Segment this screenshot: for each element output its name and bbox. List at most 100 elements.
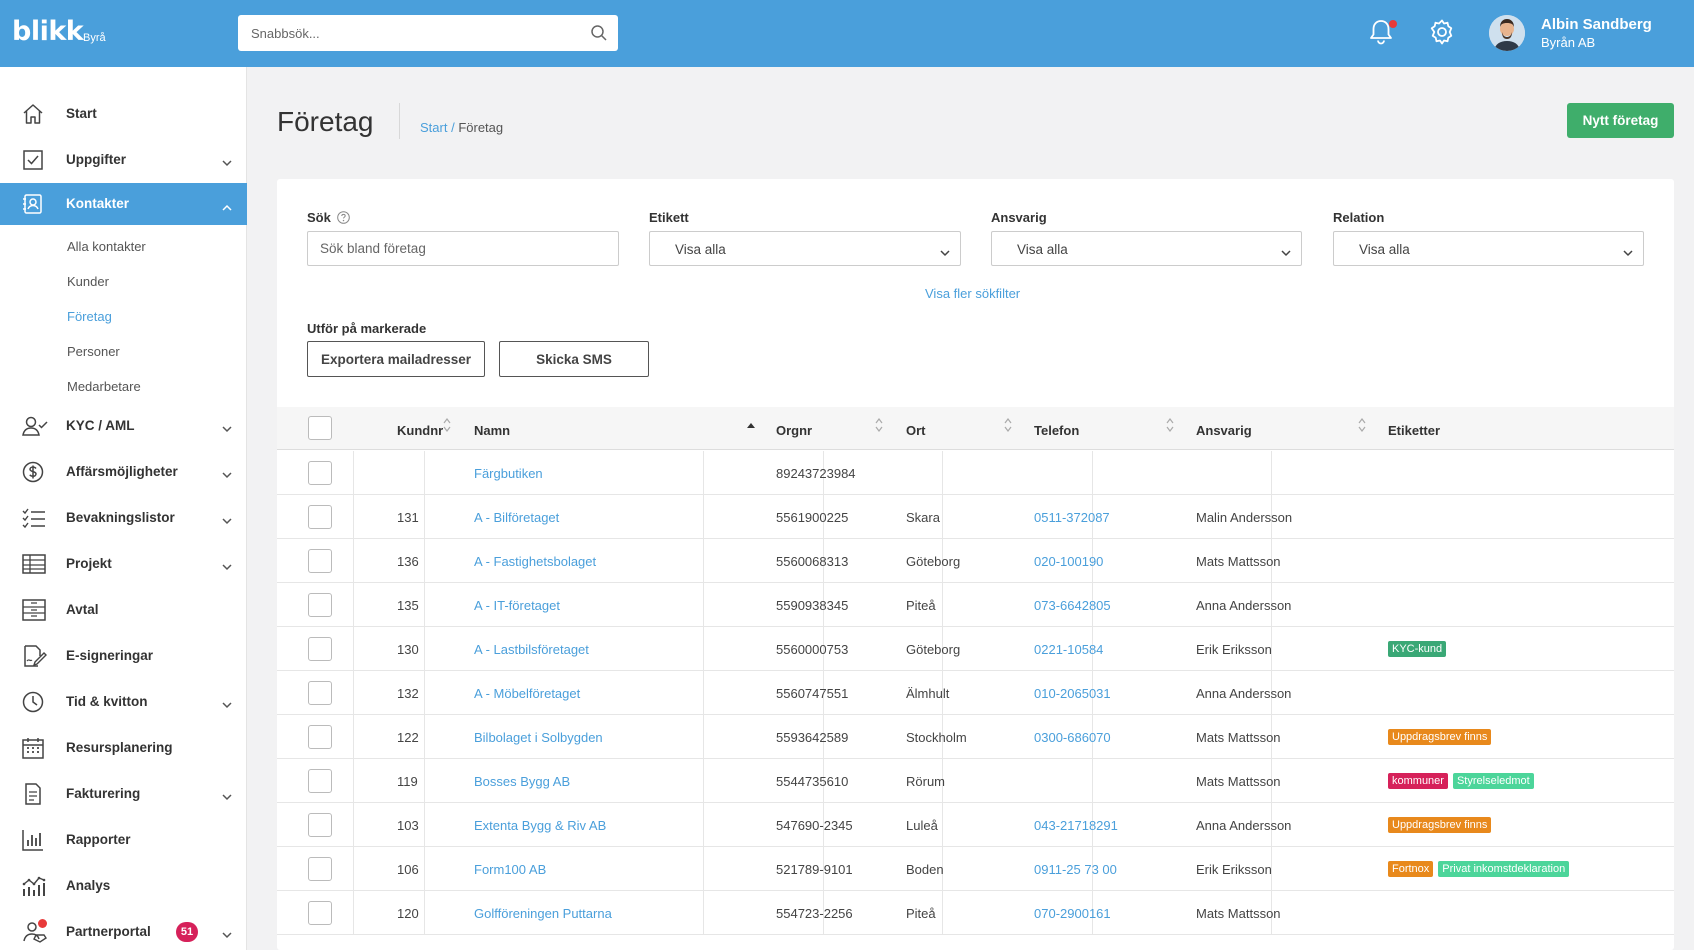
quick-search-input[interactable] xyxy=(238,15,568,51)
signature-icon xyxy=(22,645,48,670)
sidebar-item-bevakningslistor[interactable]: Bevakningslistor xyxy=(0,497,247,539)
phone-link[interactable]: 010-2065031 xyxy=(1034,686,1111,701)
sidebar-item-affarsmojligheter[interactable]: Affärsmöjligheter xyxy=(0,451,247,493)
gear-icon[interactable] xyxy=(1428,18,1456,49)
sidebar-item-kontakter[interactable]: Kontakter xyxy=(0,183,247,225)
sidebar-item-kyc-aml[interactable]: KYC / AML xyxy=(0,405,247,447)
app-logo[interactable]: blikk xyxy=(12,16,84,47)
sidebar-subitem-medarbetare[interactable]: Medarbetare xyxy=(67,379,141,394)
new-company-button[interactable]: Nytt företag xyxy=(1567,103,1674,138)
cell-ort: Göteborg xyxy=(906,554,961,569)
column-header-orgnr[interactable]: Orgnr xyxy=(776,423,812,438)
sidebar-item-projekt[interactable]: Projekt xyxy=(0,543,247,585)
tag-badge[interactable]: kommuner xyxy=(1388,773,1448,789)
company-name-link[interactable]: A - Möbelföretaget xyxy=(474,686,580,701)
column-header-kundnr[interactable]: Kundnr xyxy=(397,423,443,438)
sort-ascending-icon[interactable] xyxy=(747,416,755,431)
column-header-telefon[interactable]: Telefon xyxy=(1034,423,1079,438)
row-checkbox[interactable] xyxy=(308,901,332,925)
sidebar-item-fakturering[interactable]: Fakturering xyxy=(0,773,247,815)
relation-select[interactable]: Visa alla xyxy=(1333,231,1644,266)
row-checkbox[interactable] xyxy=(308,857,332,881)
sidebar-subitem-kunder[interactable]: Kunder xyxy=(67,274,109,289)
sort-icon[interactable] xyxy=(1166,418,1174,435)
company-name-link[interactable]: Bosses Bygg AB xyxy=(474,774,570,789)
sidebar-subitem-personer[interactable]: Personer xyxy=(67,344,120,359)
column-header-ansvarig[interactable]: Ansvarig xyxy=(1196,423,1252,438)
phone-link[interactable]: 0221-10584 xyxy=(1034,642,1103,657)
tag-badge[interactable]: Uppdragsbrev finns xyxy=(1388,817,1492,833)
sort-icon[interactable] xyxy=(1004,418,1012,435)
phone-link[interactable]: 020-100190 xyxy=(1034,554,1103,569)
sort-icon[interactable] xyxy=(875,418,883,435)
etikett-label: Etikett xyxy=(649,210,689,225)
sidebar-subitem-alla-kontakter[interactable]: Alla kontakter xyxy=(67,239,146,254)
ansvarig-select[interactable]: Visa alla xyxy=(991,231,1302,266)
row-checkbox[interactable] xyxy=(308,813,332,837)
chevron-down-icon xyxy=(222,697,232,712)
breadcrumb-start-link[interactable]: Start xyxy=(420,120,447,135)
sidebar-item-resursplanering[interactable]: Resursplanering xyxy=(0,727,247,769)
sidebar-item-analys[interactable]: Analys xyxy=(0,865,247,907)
row-checkbox[interactable] xyxy=(308,769,332,793)
export-emails-button[interactable]: Exportera mailadresser xyxy=(307,341,485,377)
cell-ort: Skara xyxy=(906,510,940,525)
sidebar-item-partnerportal[interactable]: Partnerportal 51 xyxy=(0,911,247,950)
more-filters-link[interactable]: Visa fler sökfilter xyxy=(925,286,1020,301)
cell-ansvarig: Erik Eriksson xyxy=(1196,862,1272,877)
phone-link[interactable]: 073-6642805 xyxy=(1034,598,1111,613)
row-checkbox[interactable] xyxy=(308,549,332,573)
company-name-link[interactable]: Form100 AB xyxy=(474,862,546,877)
tag-badge[interactable]: Privat inkomstdeklaration xyxy=(1438,861,1570,877)
phone-link[interactable]: 0300-686070 xyxy=(1034,730,1111,745)
column-header-namn[interactable]: Namn xyxy=(474,423,510,438)
tag-badge[interactable]: Styrelseledmot xyxy=(1452,773,1534,789)
dollar-icon xyxy=(22,461,44,486)
sort-icon[interactable] xyxy=(1358,418,1366,435)
user-name[interactable]: Albin Sandberg xyxy=(1541,16,1652,33)
company-name-link[interactable]: Bilbolaget i Solbygden xyxy=(474,730,603,745)
avatar[interactable] xyxy=(1489,15,1525,51)
row-checkbox[interactable] xyxy=(308,637,332,661)
company-name-link[interactable]: Golfföreningen Puttarna xyxy=(474,906,612,921)
row-checkbox[interactable] xyxy=(308,505,332,529)
company-name-link[interactable]: Färgbutiken xyxy=(474,466,543,481)
sidebar-item-avtal[interactable]: Avtal xyxy=(0,589,247,631)
column-header-ort[interactable]: Ort xyxy=(906,423,926,438)
company-name-link[interactable]: Extenta Bygg & Riv AB xyxy=(474,818,606,833)
company-name-link[interactable]: A - Fastighetsbolaget xyxy=(474,554,596,569)
sidebar-item-tid-kvitton[interactable]: Tid & kvitton xyxy=(0,681,247,723)
phone-link[interactable]: 0511-372087 xyxy=(1034,510,1110,525)
sort-icon[interactable] xyxy=(443,418,451,435)
sidebar-subitem-foretag[interactable]: Företag xyxy=(67,309,112,324)
phone-link[interactable]: 0911-25 73 00 xyxy=(1034,862,1117,877)
tag-badge[interactable]: Uppdragsbrev finns xyxy=(1388,729,1492,745)
select-all-checkbox[interactable] xyxy=(308,416,332,440)
tag-badge[interactable]: Fortnox xyxy=(1388,861,1434,877)
company-name-link[interactable]: A - Bilföretaget xyxy=(474,510,559,525)
sidebar-item-uppgifter[interactable]: Uppgifter xyxy=(0,139,247,181)
help-icon[interactable] xyxy=(337,211,351,227)
search-icon[interactable] xyxy=(590,24,608,45)
notification-dot xyxy=(38,919,47,928)
row-checkbox[interactable] xyxy=(308,681,332,705)
row-checkbox[interactable] xyxy=(308,725,332,749)
sidebar-item-rapporter[interactable]: Rapporter xyxy=(0,819,247,861)
chevron-down-icon xyxy=(222,155,232,170)
cell-ansvarig: Malin Andersson xyxy=(1196,510,1293,525)
chevron-up-icon xyxy=(222,199,232,214)
company-search-input[interactable] xyxy=(307,231,619,266)
row-checkbox[interactable] xyxy=(308,593,332,617)
tag-badge[interactable]: KYC-kund xyxy=(1388,641,1447,657)
phone-link[interactable]: 070-2900161 xyxy=(1034,906,1111,921)
etikett-select[interactable]: Visa alla xyxy=(649,231,961,266)
column-divider xyxy=(424,539,425,583)
sidebar-item-e-signeringar[interactable]: E-signeringar xyxy=(0,635,247,677)
company-name-link[interactable]: A - IT-företaget xyxy=(474,598,560,613)
phone-link[interactable]: 043-21718291 xyxy=(1034,818,1118,833)
send-sms-button[interactable]: Skicka SMS xyxy=(499,341,649,377)
row-checkbox[interactable] xyxy=(308,461,332,485)
sidebar-item-start[interactable]: Start xyxy=(0,93,247,135)
cell-ansvarig: Mats Mattsson xyxy=(1196,906,1281,921)
company-name-link[interactable]: A - Lastbilsföretaget xyxy=(474,642,589,657)
